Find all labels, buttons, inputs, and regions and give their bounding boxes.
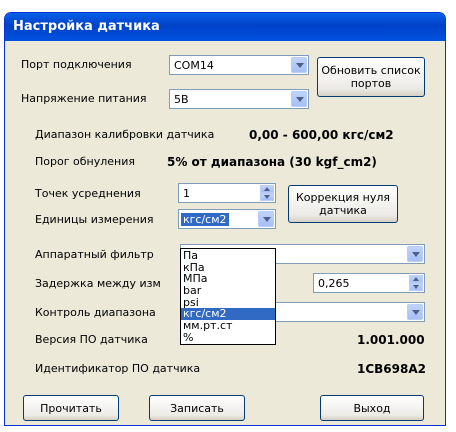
voltage-select[interactable]: 5В (169, 89, 309, 109)
units-label: Единицы измерения (35, 213, 154, 226)
range-control-label: Контроль диапазона (35, 306, 156, 319)
firmware-id-label: Идентификатор ПО датчика (35, 362, 201, 375)
chevron-down-icon[interactable] (407, 304, 423, 320)
port-value: COM14 (174, 59, 214, 72)
spin-up-icon[interactable] (260, 185, 274, 193)
hw-filter-label: Аппаратный фильтр (35, 248, 154, 261)
firmware-value: 1.001.000 (357, 333, 425, 347)
spin-up-icon[interactable] (409, 275, 423, 283)
units-option[interactable]: bar (181, 285, 275, 297)
spin-down-icon[interactable] (409, 283, 423, 291)
calibration-label: Диапазон калибровки датчика (35, 128, 215, 141)
spin-buttons[interactable] (409, 275, 423, 291)
voltage-value: 5В (174, 93, 189, 106)
averaging-stepper[interactable]: 1 (178, 183, 276, 203)
averaging-value: 1 (183, 187, 190, 200)
spin-buttons[interactable] (260, 185, 274, 201)
firmware-id-value: 1CB698A2 (357, 362, 426, 376)
zero-threshold-label: Порог обнуления (35, 155, 135, 168)
averaging-label: Точек усреднения (35, 187, 141, 200)
voltage-label: Напряжение питания (21, 92, 147, 105)
refresh-ports-button[interactable]: Обновить список портов (317, 57, 425, 97)
units-option[interactable]: мм.рт.ст (181, 320, 275, 332)
units-select[interactable]: кгс/см2 (178, 209, 276, 229)
chevron-down-icon[interactable] (258, 211, 274, 227)
port-select[interactable]: COM14 (169, 55, 309, 75)
firmware-label: Версия ПО датчика (35, 333, 148, 346)
chevron-down-icon[interactable] (291, 91, 307, 107)
port-label: Порт подключения (21, 58, 132, 71)
read-button[interactable]: Прочитать (23, 395, 119, 421)
zero-threshold-value: 5% от диапазона (30 kgf_cm2) (167, 155, 377, 169)
units-value: кгс/см2 (181, 213, 229, 226)
units-dropdown-list: Па кПа МПа bar psi кгс/см2 мм.рт.ст % (180, 248, 276, 345)
chevron-down-icon[interactable] (407, 246, 423, 262)
zero-correction-button[interactable]: Коррекция нуля датчика (288, 185, 398, 223)
calibration-value: 0,00 - 600,00 кгс/см2 (249, 128, 394, 142)
exit-button[interactable]: Выход (320, 395, 424, 421)
write-button[interactable]: Записать (149, 395, 245, 421)
window-title: Настройка датчика (5, 13, 445, 41)
sensor-settings-window: Настройка датчика Порт подключения COM14… (4, 12, 446, 426)
spin-down-icon[interactable] (260, 193, 274, 201)
units-option[interactable]: % (181, 332, 275, 344)
delay-label: Задержка между изм (35, 277, 161, 290)
delay-value: 0,265 (318, 277, 350, 290)
chevron-down-icon[interactable] (291, 57, 307, 73)
delay-stepper[interactable]: 0,265 (313, 273, 425, 293)
units-option[interactable]: Па (181, 250, 275, 262)
